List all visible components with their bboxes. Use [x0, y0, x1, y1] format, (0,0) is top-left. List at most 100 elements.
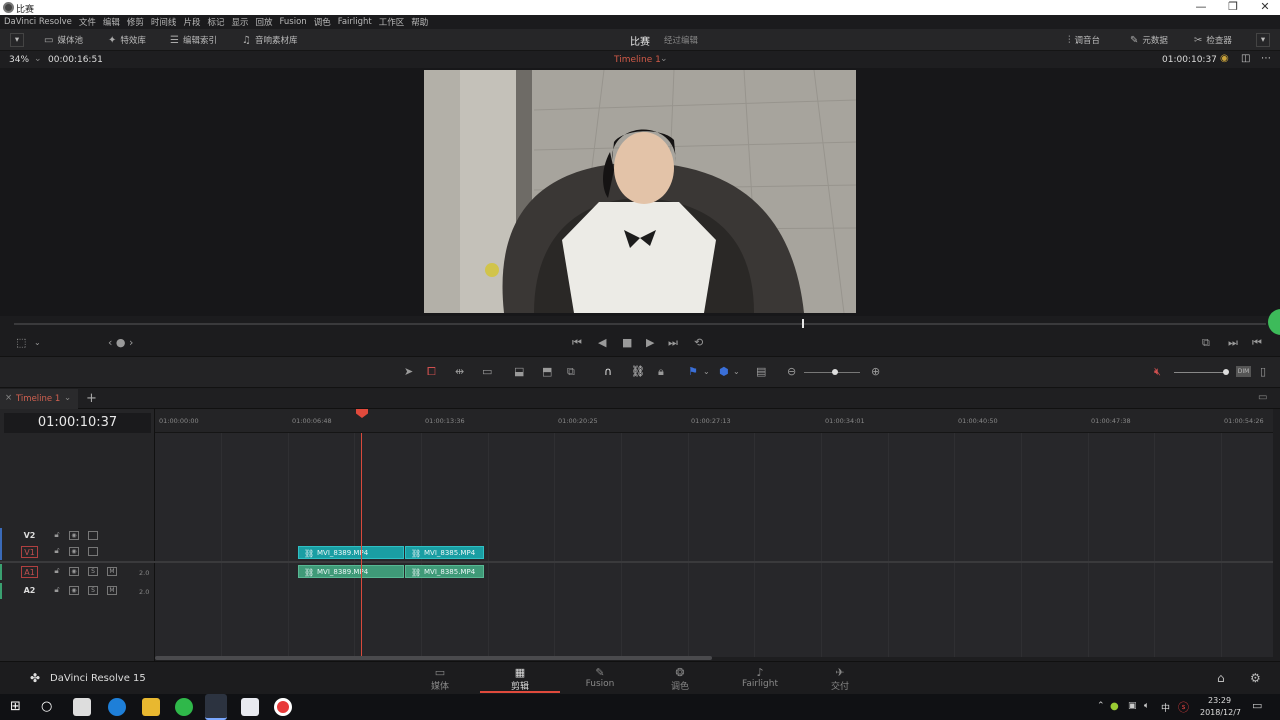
overwrite-clip-icon[interactable]: ⬒ — [542, 365, 552, 379]
page-fairlight[interactable]: ♪ Fairlight — [720, 666, 800, 689]
clock-date[interactable]: 2018/12/7 — [1200, 708, 1241, 717]
track-name[interactable]: V1 — [21, 546, 38, 558]
dim-button[interactable]: DIM — [1236, 366, 1251, 377]
mute-speaker-icon[interactable]: 🔇︎ — [1154, 365, 1161, 379]
windows-start-icon[interactable]: ⊞ — [10, 699, 21, 714]
minimize-button[interactable]: — — [1186, 0, 1216, 15]
add-timeline-tab-icon[interactable]: + — [86, 391, 97, 406]
lock-track-icon[interactable]: 🔓︎ — [52, 531, 62, 540]
metadata-button[interactable]: ✎ 元数据 — [1130, 33, 1168, 47]
mixer-button[interactable]: ⫶ 调音台 — [1068, 33, 1100, 47]
blade-mode-icon[interactable]: ▭ — [482, 365, 492, 379]
menu-help[interactable]: 帮助 — [411, 16, 428, 28]
lock-track-icon[interactable]: 🔓︎ — [52, 567, 62, 576]
audio-meter-icon[interactable]: ▯ — [1260, 365, 1266, 379]
playhead-line[interactable] — [361, 433, 362, 657]
viewer-timeline-name[interactable]: Timeline 1 — [614, 55, 661, 65]
disable-track-icon[interactable] — [88, 531, 98, 540]
lock-track-icon[interactable]: 🔓︎ — [52, 586, 62, 595]
sound-library-button[interactable]: ♫ 音响素材库 — [242, 33, 297, 47]
video-frame[interactable] — [424, 70, 856, 313]
browser-icon[interactable] — [175, 698, 193, 716]
go-to-start-icon[interactable]: ⏮ — [572, 336, 582, 350]
flag-dropdown-icon[interactable]: ⌄ — [703, 365, 710, 379]
play-icon[interactable]: ▶ — [646, 336, 654, 350]
taskbar-app-icon[interactable] — [73, 698, 91, 716]
input-method-icon[interactable]: ⓢ — [1178, 699, 1189, 715]
menu-timeline[interactable]: 时间线 — [151, 16, 177, 28]
maximize-button[interactable]: ❐ — [1218, 0, 1248, 15]
auto-select-icon[interactable]: ◉ — [69, 567, 79, 576]
auto-select-icon[interactable]: ◉ — [69, 586, 79, 595]
menu-playback[interactable]: 回放 — [255, 16, 272, 28]
timeline-ruler[interactable]: 01:00:00:00 01:00:06:48 01:00:13:36 01:0… — [155, 409, 1273, 433]
menu-fusion[interactable]: Fusion — [280, 17, 307, 27]
playhead-handle[interactable] — [356, 409, 368, 418]
layout-icon[interactable]: ◫ — [1241, 53, 1250, 64]
go-to-end-icon[interactable]: ⏭ — [668, 336, 678, 350]
zoom-dropdown-icon[interactable]: ⌄ — [34, 54, 42, 64]
lock-track-icon[interactable]: 🔓︎ — [52, 547, 62, 556]
mute-button[interactable]: M — [107, 567, 117, 576]
next-edit-icon[interactable]: ⏭ — [1228, 336, 1238, 350]
mute-button[interactable]: M — [107, 586, 117, 595]
auto-select-icon[interactable]: ◉ — [69, 531, 79, 540]
menu-mark[interactable]: 标记 — [207, 16, 224, 28]
viewer-mode-dropdown-icon[interactable]: ⌄ — [34, 336, 41, 350]
snapping-icon[interactable]: ∩ — [604, 365, 612, 379]
page-fusion[interactable]: ✎ Fusion — [560, 666, 640, 689]
zoom-out-icon[interactable]: ⊖ — [787, 365, 796, 379]
match-frame-icon[interactable]: ⧉ — [1202, 336, 1210, 350]
home-icon[interactable]: ⌂ — [1217, 671, 1225, 685]
viewer-playhead[interactable] — [802, 319, 804, 328]
volume-icon[interactable]: 🔈︎ — [1144, 701, 1149, 711]
volume-slider-track[interactable] — [1174, 372, 1228, 373]
video-audio-divider[interactable] — [155, 561, 1273, 563]
video-clip[interactable]: ⛓ MVI_8389.MP4 — [298, 546, 404, 559]
edit-index-button[interactable]: ☰ 编辑索引 — [170, 33, 217, 47]
ime-indicator[interactable]: 中 — [1161, 701, 1170, 714]
volume-slider-handle[interactable] — [1223, 369, 1229, 375]
panel-toggle-icon[interactable]: ▾ — [10, 33, 24, 47]
search-icon[interactable]: ○ — [41, 699, 52, 714]
replace-clip-icon[interactable]: ⧉ — [567, 365, 575, 379]
zoom-slider-handle[interactable] — [832, 369, 838, 375]
insert-clip-icon[interactable]: ⬓ — [514, 365, 524, 379]
stop-icon[interactable]: ■ — [622, 336, 632, 350]
clock-time[interactable]: 23:29 — [1208, 696, 1231, 705]
loop-icon[interactable]: ⟲ — [694, 336, 703, 350]
page-deliver[interactable]: ✈ 交付 — [800, 666, 880, 692]
inspector-button[interactable]: ✂ 检查器 — [1194, 33, 1232, 47]
color-scope-icon[interactable]: ◉ — [1220, 53, 1229, 64]
tab-timeline-1[interactable]: × Timeline 1 ⌄ — [0, 389, 78, 409]
close-tab-icon[interactable]: × — [5, 393, 12, 403]
position-lock-icon[interactable]: 🔒︎ — [658, 365, 664, 379]
menu-clip[interactable]: 片段 — [183, 16, 200, 28]
zoom-in-icon[interactable]: ⊕ — [871, 365, 880, 379]
dynamic-trim-icon[interactable]: ⇹ — [455, 365, 464, 379]
menu-fairlight[interactable]: Fairlight — [338, 17, 372, 27]
flag-icon[interactable]: ⚑ — [688, 365, 698, 379]
trim-mode-icon[interactable]: ⧠ — [427, 365, 436, 379]
more-options-icon[interactable]: ⋯ — [1261, 53, 1271, 64]
close-button[interactable]: ✕ — [1250, 0, 1280, 15]
tray-expand-icon[interactable]: ⌃ — [1097, 701, 1105, 711]
menu-file[interactable]: 文件 — [79, 16, 96, 28]
video-clip[interactable]: ⛓ MVI_8385.MP4 — [405, 546, 484, 559]
auto-select-icon[interactable]: ◉ — [69, 547, 79, 556]
tray-app-icon[interactable]: ● — [1110, 701, 1119, 712]
settings-gear-icon[interactable]: ⚙ — [1250, 671, 1261, 685]
play-reverse-icon[interactable]: ◀ — [598, 336, 606, 350]
viewer-scrub-track[interactable] — [14, 323, 1266, 325]
screen-recorder-icon[interactable] — [274, 698, 292, 716]
disable-track-icon[interactable] — [88, 547, 98, 556]
taskbar-app-icon[interactable] — [241, 698, 259, 716]
previous-edit-icon[interactable]: ⏮ — [1252, 336, 1262, 350]
panel-collapse-icon[interactable]: ▾ — [1256, 33, 1270, 47]
network-icon[interactable]: ▣ — [1128, 701, 1137, 711]
edge-browser-icon[interactable] — [108, 698, 126, 716]
file-explorer-icon[interactable] — [142, 698, 160, 716]
effects-library-button[interactable]: ✦ 特效库 — [108, 33, 146, 47]
linked-selection-icon[interactable]: ⛓ — [631, 365, 645, 379]
media-pool-button[interactable]: ▭ 媒体池 — [44, 33, 83, 47]
